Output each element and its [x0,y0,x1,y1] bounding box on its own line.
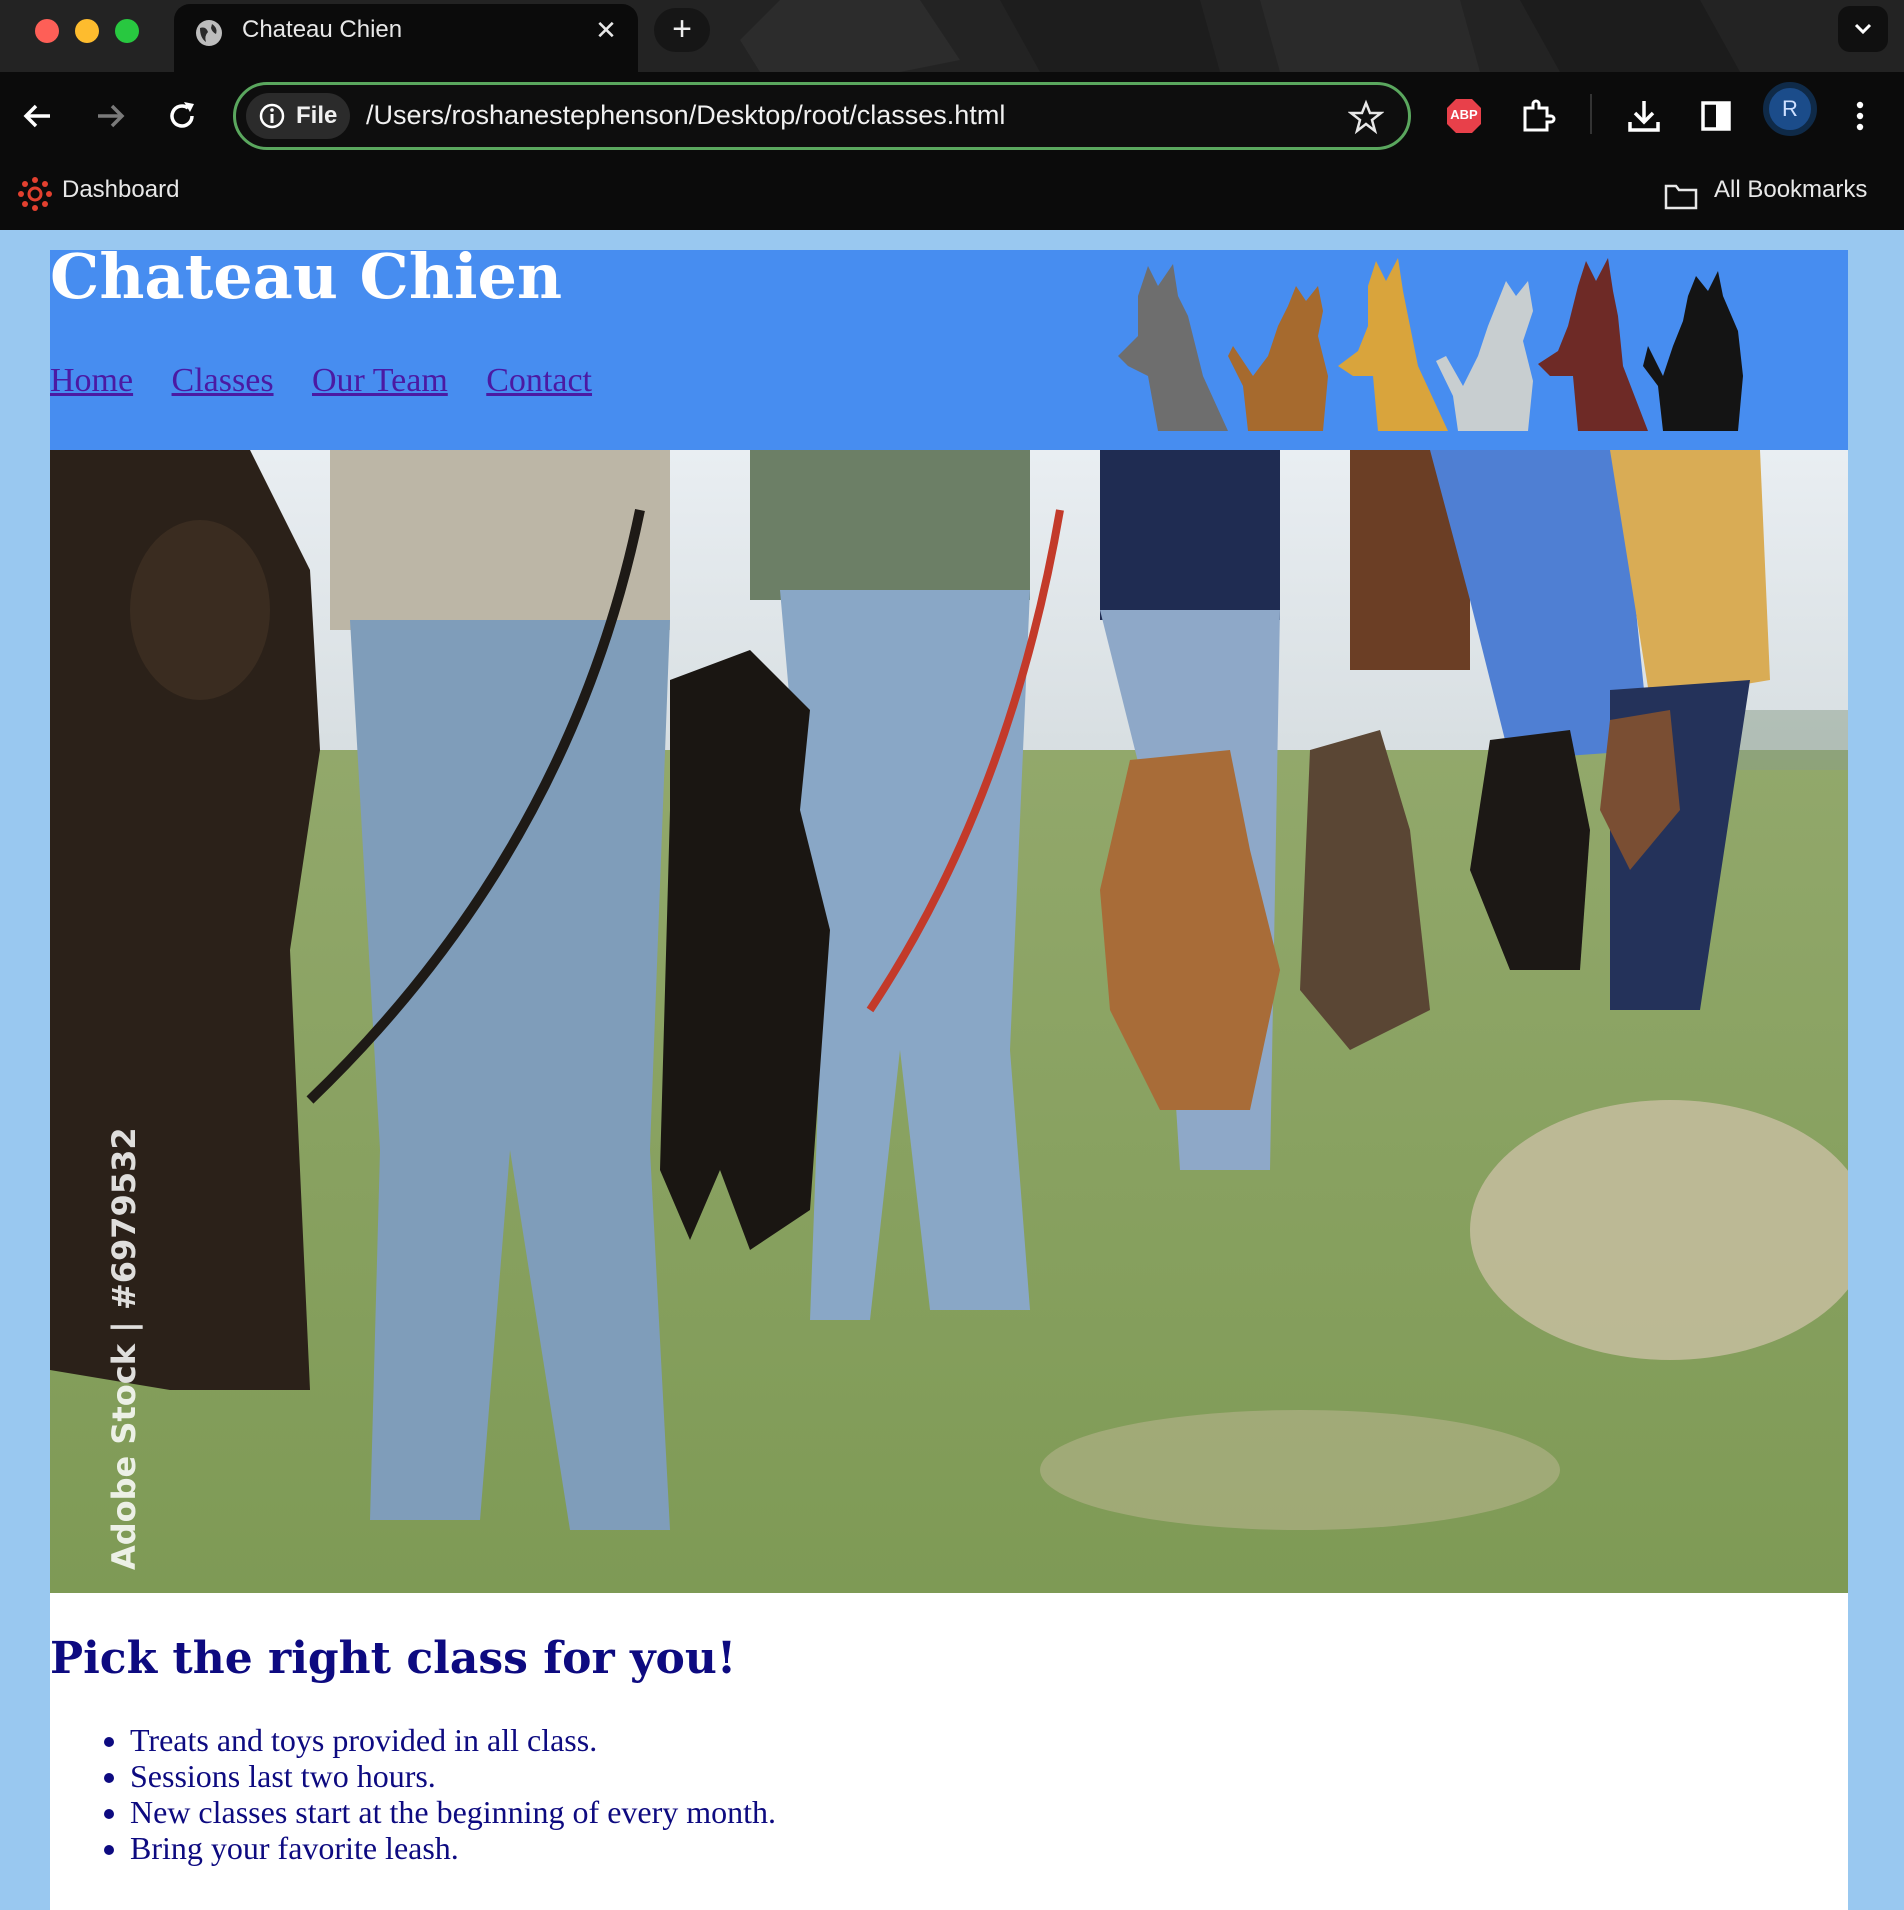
site-header: Chateau Chien Home Classes Our Team Cont… [50,240,1848,450]
hero-photo [50,450,1848,1593]
list-item: Bring your favorite leash. [130,1830,776,1866]
pet-silhouettes-banner [1118,258,1743,431]
site-info-chip[interactable]: File [246,93,350,139]
browser-window: Chateau Chien ✕ + File /Users/roshaneste… [0,0,1904,1910]
canvas-logo-icon [18,177,52,211]
nav-classes-link[interactable]: Classes [172,362,274,399]
address-bar[interactable]: File /Users/roshanestephenson/Desktop/ro… [233,82,1411,150]
url-text[interactable]: /Users/roshanestephenson/Desktop/root/cl… [366,100,1005,131]
all-bookmarks-label: All Bookmarks [1714,176,1868,203]
window-minimize-button[interactable] [75,19,99,43]
tab-title: Chateau Chien [242,16,403,43]
star-icon[interactable] [1348,99,1384,135]
new-tab-button[interactable]: + [654,8,710,52]
bookmark-dashboard[interactable]: Dashboard [16,160,196,230]
class-info-list: Treats and toys provided in all class. S… [50,1722,776,1866]
nav-home-link[interactable]: Home [50,362,133,399]
side-panel-icon[interactable] [1696,96,1736,136]
dog-silhouette-icon [1538,258,1648,431]
toolbar-divider [1590,94,1592,134]
download-icon[interactable] [1624,96,1664,136]
nav-our-team-link[interactable]: Our Team [312,362,448,399]
dog-silhouette-icon [1643,271,1743,431]
all-bookmarks-button[interactable]: All Bookmarks [1662,160,1892,230]
dog-silhouette-icon [1118,264,1228,431]
classes-heading: Pick the right class for you! [50,1633,737,1684]
tab-chateau-chien[interactable]: Chateau Chien ✕ [174,4,638,72]
profile-avatar[interactable]: R [1763,82,1817,136]
browser-toolbar: File /Users/roshanestephenson/Desktop/ro… [0,72,1904,160]
bookmark-dashboard-label: Dashboard [62,176,180,203]
adblock-extension-button[interactable]: ABP [1444,96,1484,136]
globe-icon [196,20,222,46]
page-wrapper: Chateau Chien Home Classes Our Team Cont… [50,240,1848,1910]
window-maximize-button[interactable] [115,19,139,43]
site-title: Chateau Chien [50,240,563,313]
list-item: New classes start at the beginning of ev… [130,1794,776,1830]
chevron-down-icon [1854,23,1872,35]
main-nav: Home Classes Our Team Contact [50,362,626,400]
cat-silhouette-icon [1228,286,1328,431]
list-item: Sessions last two hours. [130,1758,776,1794]
list-item: Treats and toys provided in all class. [130,1722,776,1758]
hero-image-dogs-training: Adobe Stock | #6979532 [50,450,1848,1593]
tab-search-button[interactable] [1838,6,1888,52]
tab-close-icon[interactable]: ✕ [592,16,620,44]
site-info-label: File [296,102,338,129]
page-viewport[interactable]: Chateau Chien Home Classes Our Team Cont… [0,230,1904,1910]
tab-strip: Chateau Chien ✕ + [0,0,1904,72]
adblock-label: ABP [1450,107,1478,122]
menu-icon[interactable] [1840,96,1880,136]
folder-icon [1664,184,1698,210]
forward-icon[interactable] [90,96,130,136]
info-icon [259,103,285,129]
cat-silhouette-icon [1436,281,1533,431]
nav-contact-link[interactable]: Contact [486,362,592,399]
stock-watermark: Adobe Stock | #6979532 [105,1127,143,1570]
window-close-button[interactable] [35,19,59,43]
bookmarks-bar: Dashboard All Bookmarks [0,160,1904,230]
back-icon[interactable] [18,96,58,136]
reload-icon[interactable] [162,96,202,136]
extensions-icon[interactable] [1517,96,1557,136]
dog-silhouette-icon [1338,258,1448,431]
theme-background [740,0,1740,72]
